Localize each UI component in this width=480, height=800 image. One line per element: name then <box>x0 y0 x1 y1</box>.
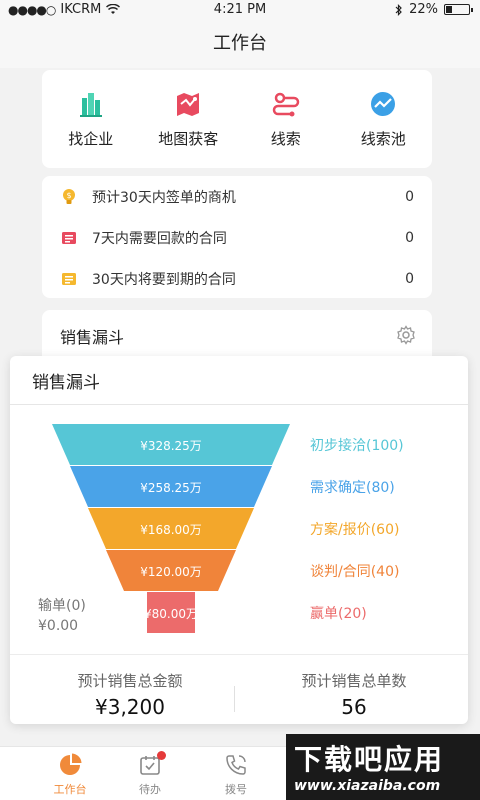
gear-icon[interactable] <box>396 325 416 345</box>
tab-label: 待办 <box>139 783 161 796</box>
funnel-stage-amount: ¥328.25万 <box>140 439 202 453</box>
tab-dial[interactable]: 拨号 <box>196 753 276 797</box>
lost-deals: 输单(0) ¥0.00 <box>38 596 86 636</box>
page-title: 工作台 <box>213 33 267 54</box>
quick-action-map[interactable]: 地图获客 <box>140 70 238 168</box>
stat-value: 0 <box>405 188 414 205</box>
total-amount-label: 预计销售总金额 <box>77 672 183 690</box>
tab-label: 工作台 <box>53 783 87 796</box>
battery-icon <box>444 4 473 15</box>
funnel-stage-label: 谈判/合同(40) <box>310 564 399 580</box>
quick-action-label: 线索 <box>270 130 301 148</box>
pie-chart-icon <box>58 753 82 777</box>
funnel-stage-amount: ¥80.00万 <box>144 607 198 621</box>
calendar-check-icon <box>138 751 166 777</box>
lost-amount: ¥0.00 <box>38 618 79 634</box>
stat-row-receivables[interactable]: 7天内需要回款的合同 0 <box>42 217 432 258</box>
building-icon <box>79 93 102 117</box>
funnel-section-card: 销售漏斗 <box>42 310 432 362</box>
watermark-text: 下载吧应用 <box>294 743 445 776</box>
total-amount: 预计销售总金额 ¥3,200 <box>30 670 230 719</box>
total-amount-value: ¥3,200 <box>95 695 165 719</box>
total-count: 预计销售总单数 56 <box>254 670 454 719</box>
status-right: 22% <box>395 2 473 17</box>
quick-action-find-company[interactable]: 找企业 <box>42 70 140 168</box>
stat-row-expiring[interactable]: 30天内将要到期的合同 0 <box>42 258 432 299</box>
contract-yellow-icon <box>62 272 76 285</box>
funnel-stage-amount: ¥168.00万 <box>140 523 202 537</box>
funnel-stage-amount: ¥258.25万 <box>140 481 202 495</box>
stat-label: 7天内需要回款的合同 <box>92 230 227 247</box>
lead-icon <box>272 92 299 117</box>
quick-action-leads[interactable]: 线索 <box>237 70 335 168</box>
quick-actions-card: 找企业 地图获客 线索 线索池 <box>42 70 432 168</box>
stat-label: 30天内将要到期的合同 <box>92 271 236 288</box>
bluetooth-icon <box>395 3 402 16</box>
trend-icon <box>371 92 396 116</box>
funnel-stage-amount: ¥120.00万 <box>140 565 202 579</box>
stats-card: $ 预计30天内签单的商机 0 7天内需要回款的合同 0 30天内将要到期的合同… <box>42 176 432 298</box>
stat-row-opportunities[interactable]: $ 预计30天内签单的商机 0 <box>42 176 432 217</box>
funnel-stage-label: 初步接洽(100) <box>310 437 404 454</box>
divider <box>234 686 235 712</box>
tab-label: 拨号 <box>225 783 247 796</box>
notification-badge <box>157 751 166 760</box>
stat-value: 0 <box>405 270 414 287</box>
funnel-stage-label: 需求确定(80) <box>310 480 395 496</box>
funnel-popup: 销售漏斗 ¥328.25万 初步接洽(100) ¥258.25万 需求确定(80) ¥1… <box>10 356 468 724</box>
quick-action-label: 地图获客 <box>158 130 219 148</box>
watermark-url: www.xiazaiba.com <box>294 778 441 794</box>
total-count-value: 56 <box>341 695 367 719</box>
status-bar: ●●●●○ IKCRM 4:21 PM 22% <box>0 0 480 20</box>
tab-workbench[interactable]: 工作台 <box>30 753 110 797</box>
total-count-label: 预计销售总单数 <box>301 672 407 690</box>
quick-action-label: 线索池 <box>360 130 406 148</box>
map-icon <box>177 93 200 116</box>
header: 工作台 <box>0 20 480 68</box>
stat-label: 预计30天内签单的商机 <box>92 189 236 206</box>
watermark-logo: 下载吧应用 www.xiazaiba.com <box>286 734 480 800</box>
quick-action-label: 找企业 <box>68 130 114 148</box>
contract-red-icon <box>62 231 76 244</box>
tab-todo[interactable]: 待办 <box>110 751 190 797</box>
lost-label: 输单(0) <box>38 598 86 614</box>
funnel-stage-label: 方案/报价(60) <box>310 521 399 538</box>
quick-action-lead-pool[interactable]: 线索池 <box>335 70 433 168</box>
funnel-section-title: 销售漏斗 <box>60 328 125 347</box>
stat-value: 0 <box>405 229 414 246</box>
funnel-stage-label: 赢单(20) <box>310 605 367 622</box>
svg-text:$: $ <box>66 191 71 200</box>
bulb-icon: $ <box>63 188 75 204</box>
battery-percent: 22% <box>409 2 438 17</box>
phone-icon <box>224 753 248 777</box>
divider <box>10 654 468 655</box>
